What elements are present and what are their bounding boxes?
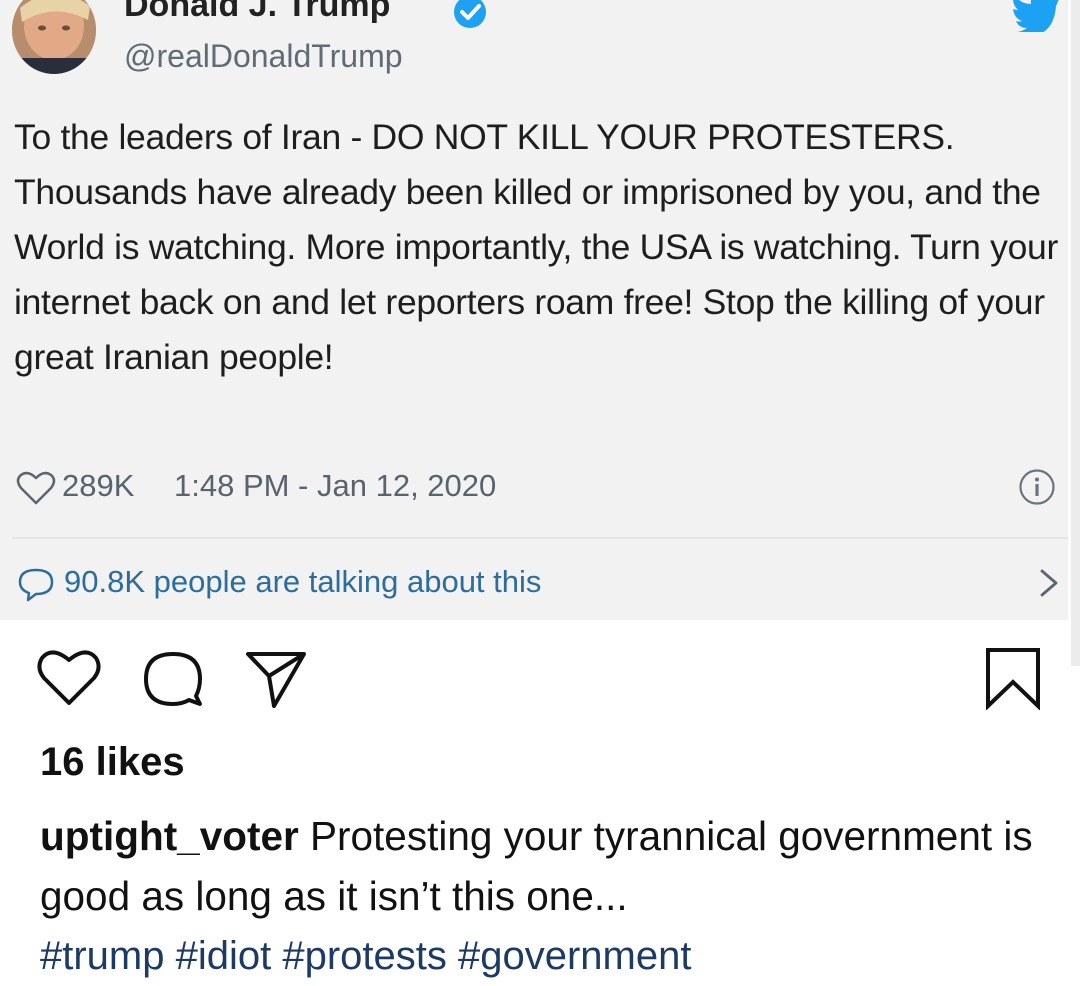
tweet-author-name[interactable]: Donald J. Trump bbox=[124, 0, 390, 25]
tweet-author-handle[interactable]: @realDonaldTrump bbox=[124, 38, 403, 75]
info-icon[interactable] bbox=[1018, 468, 1056, 506]
tweet-timestamp[interactable]: 1:48 PM - Jan 12, 2020 bbox=[174, 468, 496, 504]
speech-bubble-icon bbox=[18, 568, 54, 602]
scrollbar[interactable] bbox=[1071, 0, 1080, 666]
tweet-likes-count: 289K bbox=[62, 468, 135, 503]
comment-icon[interactable] bbox=[142, 648, 204, 710]
avatar[interactable] bbox=[12, 0, 96, 74]
post-username[interactable]: uptight_voter bbox=[40, 813, 299, 859]
share-icon[interactable] bbox=[244, 648, 308, 710]
verified-badge-icon bbox=[454, 0, 486, 28]
post-likes-count[interactable]: 16 likes bbox=[40, 740, 185, 785]
bookmark-icon[interactable] bbox=[984, 646, 1042, 710]
conversation-link[interactable]: 90.8K people are talking about this bbox=[16, 562, 1066, 606]
post-caption: uptight_voter Protesting your tyrannical… bbox=[40, 806, 1060, 926]
tweet-meta-row: 289K 1:48 PM - Jan 12, 2020 bbox=[16, 466, 1066, 510]
twitter-bird-icon[interactable] bbox=[1012, 0, 1062, 32]
embedded-tweet-card[interactable]: Donald J. Trump @realDonaldTrump To the … bbox=[0, 0, 1068, 620]
chevron-right-icon[interactable] bbox=[1036, 566, 1062, 600]
heart-icon[interactable] bbox=[16, 470, 56, 506]
divider bbox=[12, 537, 1068, 539]
tweet-text: To the leaders of Iran - DO NOT KILL YOU… bbox=[14, 117, 1059, 377]
post-action-bar bbox=[0, 636, 1080, 716]
post-hashtags[interactable]: #trump #idiot #protests #government bbox=[40, 926, 1080, 986]
conversation-text[interactable]: 90.8K people are talking about this bbox=[64, 564, 541, 600]
like-icon[interactable] bbox=[36, 646, 102, 708]
